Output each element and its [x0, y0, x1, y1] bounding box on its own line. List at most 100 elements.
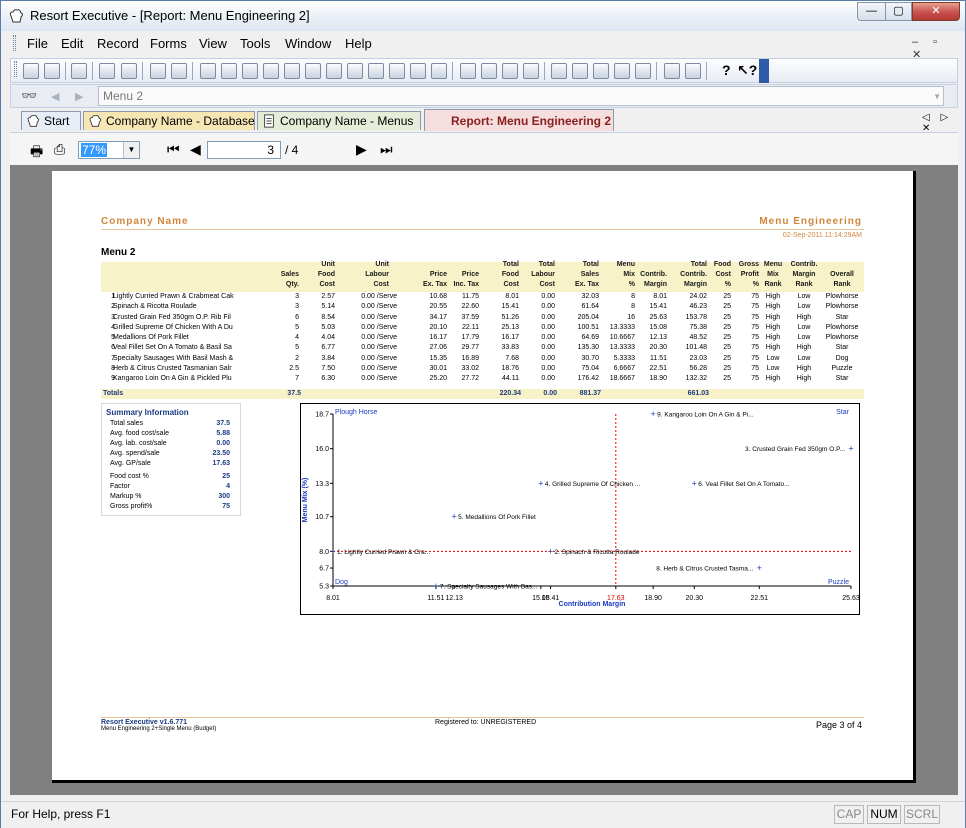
menu-card-icon — [264, 114, 274, 128]
table-cell: Star — [835, 313, 849, 321]
bottles-icon[interactable] — [221, 63, 237, 79]
table-cell: 16 — [627, 313, 635, 321]
forward-arrow-icon[interactable]: ▶ — [75, 90, 83, 103]
tab-report[interactable]: Report: Menu Engineering 2 — [424, 109, 614, 131]
report-viewer[interactable]: Company Name Menu Engineering 02-Sep-201… — [10, 165, 958, 795]
print-icon[interactable] — [71, 63, 87, 79]
table-cell: 15.08 — [649, 323, 667, 331]
document-tabs: Start Company Name - Database Company Na… — [10, 109, 958, 134]
menu-edit[interactable]: Edit — [61, 36, 83, 51]
toolbar-overflow-button[interactable] — [759, 59, 769, 83]
bank-icon[interactable] — [200, 63, 216, 79]
bread-icon[interactable] — [263, 63, 279, 79]
title-bar[interactable]: Resort Executive - [Report: Menu Enginee… — [1, 1, 965, 31]
tab-menus[interactable]: Company Name - Menus — [257, 111, 421, 130]
first-page-icon[interactable]: ⏮ — [167, 141, 180, 158]
tab-label: Report: Menu Engineering 2 — [451, 114, 612, 128]
camera-icon[interactable] — [171, 63, 187, 79]
binoculars-icon[interactable]: 👓 — [21, 88, 37, 104]
new-icon[interactable] — [23, 63, 39, 79]
sort-icon[interactable] — [99, 63, 115, 79]
next-page-icon[interactable]: ▶ — [356, 141, 367, 158]
check-icon[interactable] — [685, 63, 701, 79]
menu-record[interactable]: Record — [97, 36, 139, 51]
x-axis-label: Contribution Margin — [559, 601, 626, 608]
truck-icon[interactable] — [410, 63, 426, 79]
page-number-input[interactable]: 3 — [207, 141, 281, 159]
x-tick-label: 25.63 — [842, 595, 860, 602]
menu-forms[interactable]: Forms — [150, 36, 187, 51]
menu-window[interactable]: Window — [285, 36, 331, 51]
table-cell: Star — [835, 344, 849, 352]
tree-icon[interactable] — [389, 63, 405, 79]
zoom-select[interactable]: 77% ▼ — [78, 141, 140, 159]
table-cell: High — [796, 344, 812, 352]
back-arrow-icon[interactable]: ◀ — [51, 90, 59, 103]
whats-this-icon[interactable]: ↖? — [737, 62, 757, 79]
help-icon[interactable]: ? — [722, 62, 731, 78]
sum-icon[interactable] — [614, 63, 630, 79]
table-cell: 0.00 /Serve — [361, 334, 397, 342]
grip-icon[interactable] — [14, 61, 17, 77]
list-icon[interactable] — [431, 63, 447, 79]
grip-icon[interactable] — [13, 35, 16, 51]
tab-label: Start — [44, 114, 70, 128]
cutlery-icon[interactable] — [284, 63, 300, 79]
prev-page-icon[interactable]: ◀ — [190, 141, 201, 158]
tab-database[interactable]: Company Name - Database — [83, 111, 255, 130]
chevron-down-icon[interactable]: ▼ — [933, 92, 941, 101]
menu-bar: File Edit Record Forms View Tools Window… — [10, 33, 958, 54]
x-tick-label: 12.13 — [445, 595, 463, 602]
table-cell: 16.89 — [461, 354, 479, 362]
refresh-icon[interactable] — [572, 63, 588, 79]
table-cell: 8.01 — [653, 293, 667, 300]
menu-help[interactable]: Help — [345, 36, 372, 51]
address-input[interactable]: Menu 2 ▼ — [98, 86, 944, 106]
spell-icon[interactable] — [551, 63, 567, 79]
maximize-button[interactable]: ▢ — [885, 2, 912, 21]
document-icon[interactable] — [523, 63, 539, 79]
dish-icon[interactable] — [368, 63, 384, 79]
table-cell: 15.35 — [429, 354, 447, 362]
summary-value: 23.50 — [212, 450, 230, 457]
cake-icon[interactable] — [347, 63, 363, 79]
data-point: + — [330, 546, 335, 556]
apple-icon[interactable] — [326, 63, 342, 79]
export-icon[interactable]: ⎙ — [54, 141, 65, 158]
chevron-down-icon[interactable]: ▼ — [123, 142, 139, 158]
abc-icon[interactable] — [593, 63, 609, 79]
table-cell: Crusted Grain Fed 350gm O.P. Rib Fil — [113, 313, 231, 321]
download-icon[interactable] — [502, 63, 518, 79]
minimize-button[interactable]: — — [857, 2, 886, 21]
menu-tools[interactable]: Tools — [240, 36, 270, 51]
last-page-icon[interactable]: ⏭ — [380, 141, 393, 158]
move-icon[interactable] — [481, 63, 497, 79]
table-cell: High — [765, 313, 781, 321]
tab-start[interactable]: Start — [21, 111, 81, 130]
open-icon[interactable] — [44, 63, 60, 79]
menu-view[interactable]: View — [199, 36, 227, 51]
filter-icon[interactable] — [121, 63, 137, 79]
book-icon[interactable] — [664, 63, 680, 79]
table-cell: 75 — [751, 375, 759, 383]
tray-icon[interactable] — [242, 63, 258, 79]
close-button[interactable]: ✕ — [912, 2, 960, 21]
table-cell: 7 — [295, 375, 299, 383]
print-icon[interactable]: 🖶 — [30, 141, 43, 165]
percent-icon[interactable] — [150, 63, 166, 79]
transfer-icon[interactable] — [460, 63, 476, 79]
table-cell: 25 — [723, 365, 731, 373]
quadrant-label: Puzzle — [828, 579, 849, 586]
summary-label: Avg. GP/sale — [110, 460, 151, 467]
table-cell: Kangaroo Loin On A Gin & Pickled Plu — [113, 375, 232, 383]
table-cell: Puzzle — [831, 365, 853, 373]
tab-scroll-arrows[interactable]: ◁ ▷ ✕ — [922, 112, 958, 134]
y-tick-label: 18.7 — [315, 412, 329, 419]
menu-card-icon[interactable] — [305, 63, 321, 79]
sigma-icon[interactable] — [635, 63, 651, 79]
table-cell: 10.6667 — [609, 334, 635, 342]
menu-file[interactable]: File — [27, 36, 48, 51]
separator — [192, 62, 193, 80]
table-cell: 0.00 — [541, 365, 555, 373]
table-cell: 7.50 — [321, 365, 335, 373]
